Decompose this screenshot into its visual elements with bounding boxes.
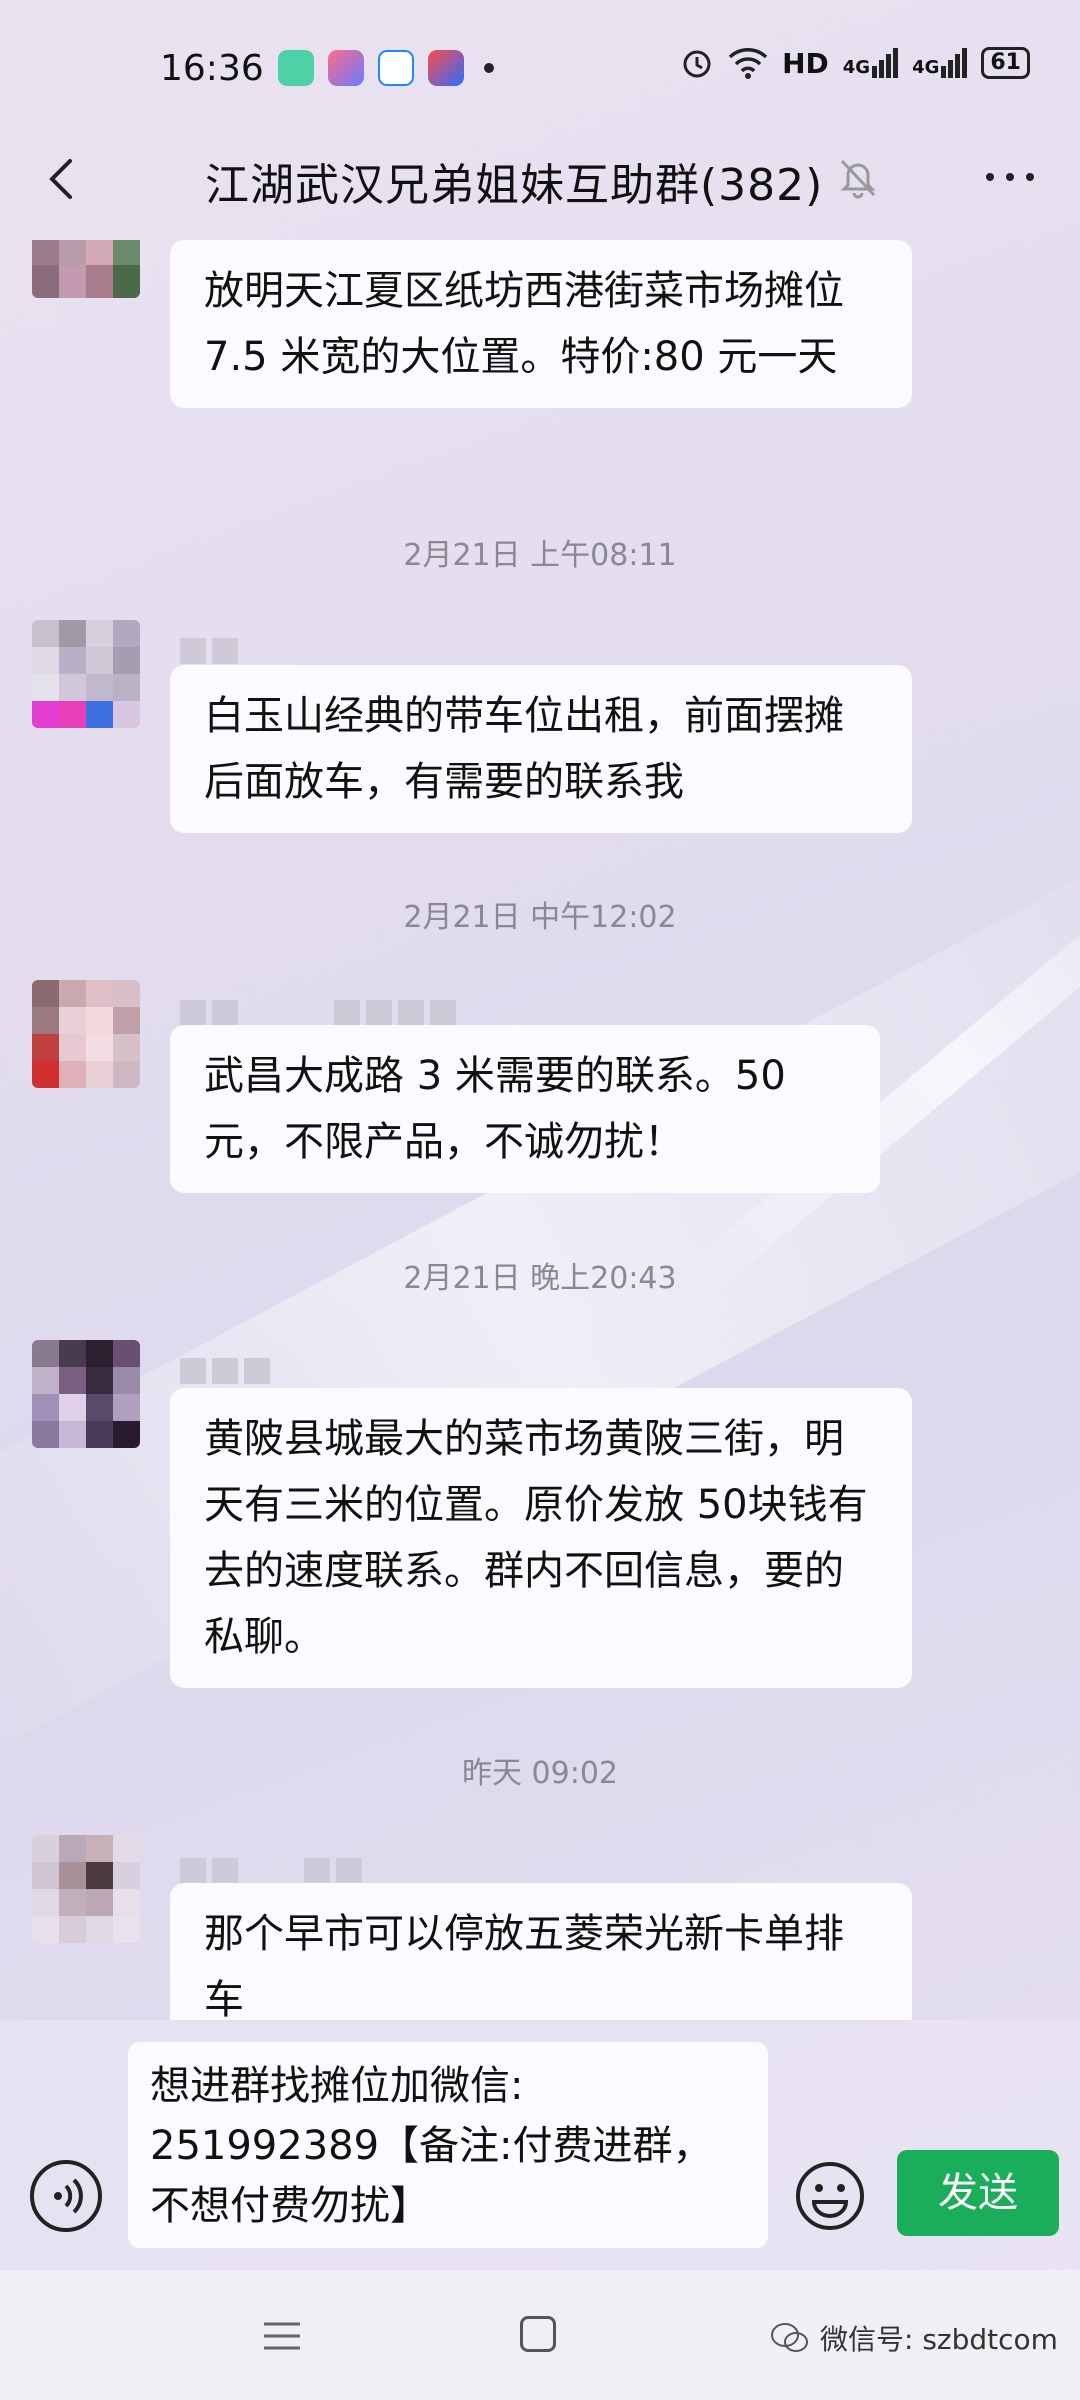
mute-bell-icon — [840, 159, 876, 199]
watermark-text: 微信号: szbdtcom — [820, 2323, 1058, 2356]
pen-app-icon — [328, 50, 364, 86]
status-time: 16:36 — [160, 48, 264, 89]
system-icons: HD 4G 4G 61 — [680, 46, 1030, 80]
alarm-icon — [683, 50, 711, 78]
message-text: 武昌大成路 3 米需要的联系。50元，不限产品，不诚勿扰！ — [204, 1053, 786, 1165]
more-options-icon[interactable] — [980, 155, 1040, 199]
wifi-icon — [728, 48, 768, 79]
message-text: 黄陂县城最大的菜市场黄陂三街，明天有三米的位置。原价发放 50块钱有去的速度联系… — [204, 1416, 868, 1660]
message-bubble[interactable]: 那个早市可以停放五菱荣光新卡单排车 — [170, 1883, 912, 2020]
input-bar: 想进群找摊位加微信: 251992389【备注:付费进群，不想付费勿扰】 发送 — [0, 2020, 1080, 2270]
hd-label: HD — [782, 46, 829, 80]
timestamp: 2月21日 上午08:11 — [403, 538, 677, 573]
sender-name — [180, 638, 238, 668]
avatar[interactable] — [32, 1835, 140, 1943]
message-input[interactable]: 想进群找摊位加微信: 251992389【备注:付费进群，不想付费勿扰】 — [128, 2042, 768, 2248]
message-app-icon — [278, 50, 314, 86]
video-app-icon — [428, 50, 464, 86]
message-text: 放明天江夏区纸坊西港街菜市场摊位 7.5 米宽的大位置。特价:80 元一天 — [204, 268, 844, 380]
send-button[interactable]: 发送 — [897, 2150, 1059, 2236]
avatar[interactable] — [32, 620, 140, 728]
system-nav-bar: 微信号: szbdtcom — [0, 2270, 1080, 2400]
status-bar: 16:36 HD 4G 4G 61 — [0, 0, 1080, 135]
avatar[interactable] — [32, 240, 140, 298]
message-list[interactable]: 放明天江夏区纸坊西港街菜市场摊位 7.5 米宽的大位置。特价:80 元一天 2月… — [0, 240, 1080, 2020]
more-notifications-dot — [484, 63, 494, 73]
emoji-icon[interactable] — [794, 2160, 866, 2232]
chat-title: 江湖武汉兄弟姐妹互助群(382) — [205, 160, 824, 211]
timestamp: 2月21日 晚上20:43 — [403, 1261, 677, 1296]
recent-apps-icon[interactable] — [262, 2320, 302, 2352]
avatar[interactable] — [32, 1340, 140, 1448]
message-text: 白玉山经典的带车位出租，前面摆摊后面放车，有需要的联系我 — [204, 693, 844, 805]
voice-input-button[interactable] — [30, 2160, 102, 2232]
message-bubble[interactable]: 放明天江夏区纸坊西港街菜市场摊位 7.5 米宽的大位置。特价:80 元一天 — [170, 240, 912, 408]
timestamp: 2月21日 中午12:02 — [403, 900, 677, 935]
message-bubble[interactable]: 黄陂县城最大的菜市场黄陂三街，明天有三米的位置。原价发放 50块钱有去的速度联系… — [170, 1388, 912, 1688]
signal-icon: 4G — [843, 48, 899, 78]
avatar[interactable] — [32, 980, 140, 1088]
signal-icon-2: 4G — [912, 48, 968, 78]
home-icon[interactable] — [520, 2316, 556, 2352]
battery-icon: 61 — [981, 47, 1030, 79]
sender-name — [180, 1358, 270, 1388]
voice-icon — [54, 2178, 83, 2214]
back-arrow-icon[interactable] — [32, 149, 92, 209]
message-text: 那个早市可以停放五菱荣光新卡单排车 — [204, 1911, 844, 2020]
browser-app-icon — [378, 50, 414, 86]
timestamp: 昨天 09:02 — [462, 1756, 618, 1791]
watermark: 微信号: szbdtcom — [770, 2318, 1058, 2358]
wechat-logo-icon — [771, 2323, 808, 2352]
chat-header: 江湖武汉兄弟姐妹互助群(382) — [0, 135, 1080, 240]
message-bubble[interactable]: 白玉山经典的带车位出租，前面摆摊后面放车，有需要的联系我 — [170, 665, 912, 833]
notification-icons — [278, 50, 494, 86]
message-input-text: 想进群找摊位加微信: 251992389【备注:付费进群，不想付费勿扰】 — [150, 2063, 713, 2229]
message-bubble[interactable]: 武昌大成路 3 米需要的联系。50元，不限产品，不诚勿扰！ — [170, 1025, 880, 1193]
